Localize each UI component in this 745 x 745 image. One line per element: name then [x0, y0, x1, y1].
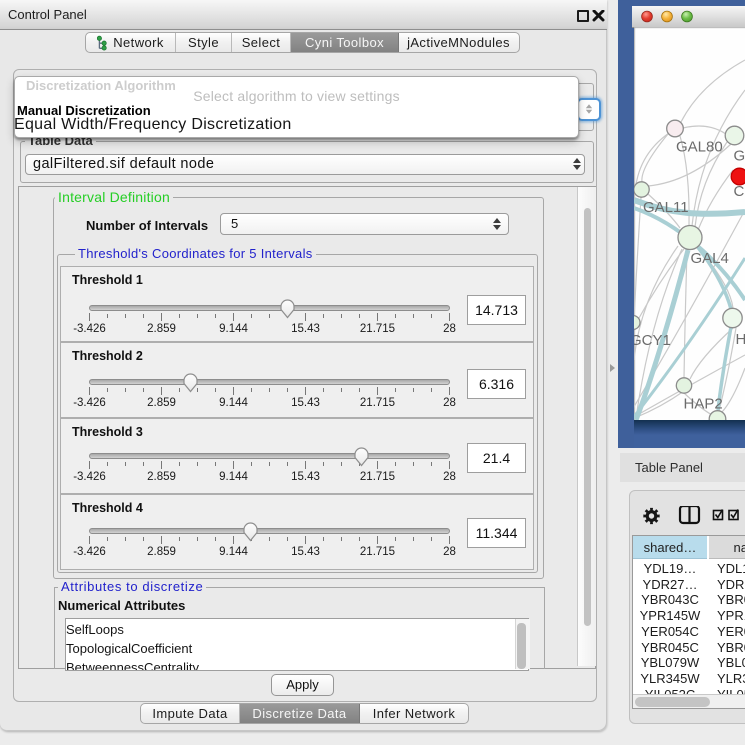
svg-text:GA: GA — [734, 148, 745, 165]
svg-text:C: C — [734, 183, 745, 200]
svg-text:GAL4: GAL4 — [691, 250, 729, 267]
svg-text:H: H — [736, 331, 745, 348]
svg-text:HAP2: HAP2 — [684, 396, 723, 413]
svg-text:GAL80: GAL80 — [676, 139, 723, 156]
svg-text:GAL11: GAL11 — [643, 199, 689, 216]
svg-text:GCY1: GCY1 — [634, 332, 671, 349]
